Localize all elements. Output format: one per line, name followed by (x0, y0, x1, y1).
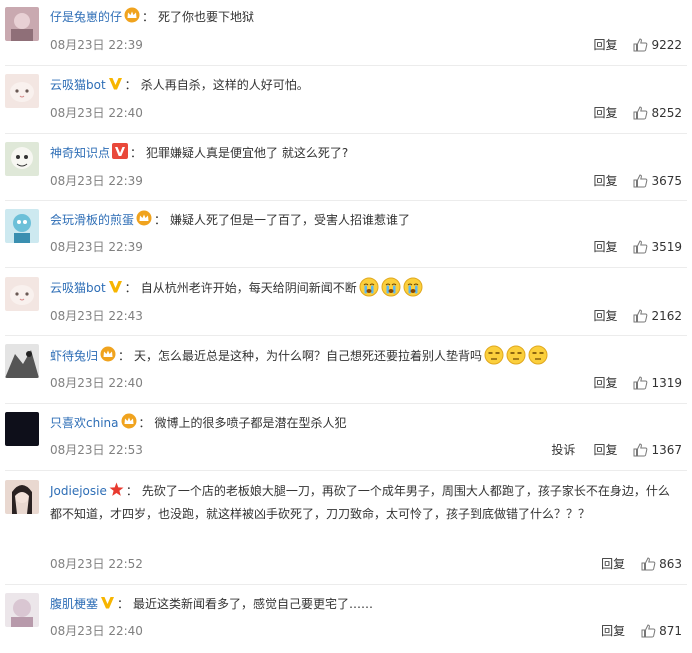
avatar[interactable] (5, 142, 39, 176)
report-button[interactable]: 投诉 (551, 441, 575, 459)
reply-button[interactable]: 回复 (593, 238, 617, 256)
username-link[interactable]: 仔是兔崽的仔 (50, 10, 122, 24)
like-count: 8252 (651, 106, 682, 120)
avatar[interactable] (5, 7, 39, 41)
verified-v-badge-icon (108, 76, 123, 91)
comment-time: 08月23日 22:40 (50, 376, 143, 390)
thumbs-up-icon (633, 309, 651, 323)
like-button[interactable]: 1319 (633, 376, 682, 390)
like-count: 3675 (651, 174, 682, 188)
reply-button[interactable]: 回复 (593, 104, 617, 122)
crying-emoji-icon (381, 277, 401, 297)
avatar[interactable] (5, 277, 39, 311)
speechless-emoji-icon (484, 345, 504, 365)
comment-text: 天，怎么最近总是这种，为什么啊？自己想死还要拉着别人垫背吗 (134, 349, 483, 363)
comment-time: 08月23日 22:40 (50, 624, 143, 638)
comment-item: 云吸猫bot：自从杭州老许开始，每天给阴间新闻不断 08月23日 22:43 回… (0, 268, 692, 336)
comment-text: 杀人再自杀，这样的人好可怕。 (140, 78, 309, 92)
avatar[interactable] (5, 209, 39, 243)
comment-item: 只喜欢china：微博上的很多喷子都是潜在型杀人犯 08月23日 22:53 投… (0, 404, 692, 471)
comment-time: 08月23日 22:53 (50, 443, 143, 457)
speechless-emoji-icon (528, 345, 548, 365)
reply-button[interactable]: 回复 (593, 172, 617, 190)
comment-time: 08月23日 22:40 (50, 106, 143, 120)
speechless-emoji-icon (506, 345, 526, 365)
like-button[interactable]: 8252 (633, 106, 682, 120)
username-link[interactable]: 会玩滑板的煎蛋 (50, 213, 134, 227)
comment-time: 08月23日 22:39 (50, 240, 143, 254)
like-count: 871 (659, 624, 682, 638)
comment-text: 先砍了一个店的老板娘大腿一刀，再砍了一个成年男子，周围大人都跑了，孩子家长不在身… (50, 484, 670, 521)
comment-time: 08月23日 22:39 (50, 38, 143, 52)
comment-item: 云吸猫bot：杀人再自杀，这样的人好可怕。 08月23日 22:40 回复 82… (0, 66, 692, 134)
verified-v-badge-icon (100, 595, 115, 610)
username-link[interactable]: 只喜欢china (50, 416, 119, 430)
avatar[interactable] (5, 74, 39, 108)
comment-text: 嫌疑人死了但是一了百了，受害人招谁惹谁了 (170, 213, 411, 227)
thumbs-up-icon (633, 38, 651, 52)
like-button[interactable]: 2162 (633, 309, 682, 323)
thumbs-up-icon (641, 624, 659, 638)
verified-v-badge-icon (108, 279, 123, 294)
username-link[interactable]: 云吸猫bot (50, 281, 106, 295)
username-link[interactable]: 虾待兔归 (50, 349, 98, 363)
comment-item: 虾待兔归：天，怎么最近总是这种，为什么啊？自己想死还要拉着别人垫背吗 08月23… (0, 336, 692, 404)
like-button[interactable]: 9222 (633, 38, 682, 52)
thumbs-up-icon (633, 240, 651, 254)
comment-item: 腹肌梗塞：最近这类新闻看多了，感觉自己要更宅了…… 08月23日 22:40 回… (0, 585, 692, 653)
thumbs-up-icon (641, 557, 659, 571)
like-button[interactable]: 3675 (633, 174, 682, 188)
like-button[interactable]: 871 (641, 624, 682, 638)
crying-emoji-icon (403, 277, 423, 297)
reply-button[interactable]: 回复 (593, 441, 617, 459)
avatar[interactable] (5, 593, 39, 627)
like-count: 863 (659, 557, 682, 571)
avatar[interactable] (5, 480, 39, 514)
thumbs-up-icon (633, 106, 651, 120)
like-count: 3519 (651, 240, 682, 254)
thumbs-up-icon (633, 443, 651, 457)
comment-text: 微博上的很多喷子都是潜在型杀人犯 (154, 416, 347, 430)
crying-emoji-icon (359, 277, 379, 297)
avatar[interactable] (5, 412, 39, 446)
comment-time: 08月23日 22:39 (50, 174, 143, 188)
username-link[interactable]: 云吸猫bot (50, 78, 106, 92)
thumbs-up-icon (633, 174, 651, 188)
reply-button[interactable]: 回复 (601, 555, 625, 573)
thumbs-up-icon (633, 376, 651, 390)
username-link[interactable]: 腹肌梗塞 (50, 597, 98, 611)
comment-time: 08月23日 22:52 (50, 557, 143, 571)
reply-button[interactable]: 回复 (593, 307, 617, 325)
star-badge-icon (109, 482, 124, 497)
reply-button[interactable]: 回复 (593, 374, 617, 392)
avatar[interactable] (5, 344, 39, 378)
like-button[interactable]: 1367 (633, 443, 682, 457)
username-link[interactable]: Jodiejosie (50, 484, 107, 498)
reply-button[interactable]: 回复 (601, 622, 625, 640)
comment-text: 犯罪嫌疑人真是便宜他了 就这么死了? (146, 146, 349, 160)
comment-item: 仔是兔崽的仔：死了你也要下地狱 08月23日 22:39 回复 9222 (0, 0, 692, 66)
like-button[interactable]: 863 (641, 557, 682, 571)
comment-time: 08月23日 22:43 (50, 309, 143, 323)
crown-badge-icon (100, 346, 116, 362)
like-button[interactable]: 3519 (633, 240, 682, 254)
comment-text: 死了你也要下地狱 (158, 10, 255, 24)
comment-item: 神奇知识点：犯罪嫌疑人真是便宜他了 就这么死了? 08月23日 22:39 回复… (0, 134, 692, 201)
comment-text: 自从杭州老许开始，每天给阴间新闻不断 (140, 281, 357, 295)
like-count: 2162 (651, 309, 682, 323)
comment-text: 最近这类新闻看多了，感觉自己要更宅了…… (133, 597, 374, 611)
verified-v-badge-icon (112, 143, 129, 159)
crown-badge-icon (124, 7, 140, 23)
crown-badge-icon (121, 413, 137, 429)
like-count: 9222 (651, 38, 682, 52)
username-link[interactable]: 神奇知识点 (50, 146, 110, 160)
like-count: 1319 (651, 376, 682, 390)
crown-badge-icon (136, 210, 152, 226)
like-count: 1367 (651, 443, 682, 457)
comment-item: 会玩滑板的煎蛋：嫌疑人死了但是一了百了，受害人招谁惹谁了 08月23日 22:3… (0, 201, 692, 268)
reply-button[interactable]: 回复 (593, 36, 617, 54)
comment-item: Jodiejosie：先砍了一个店的老板娘大腿一刀，再砍了一个成年男子，周围大人… (0, 471, 692, 585)
